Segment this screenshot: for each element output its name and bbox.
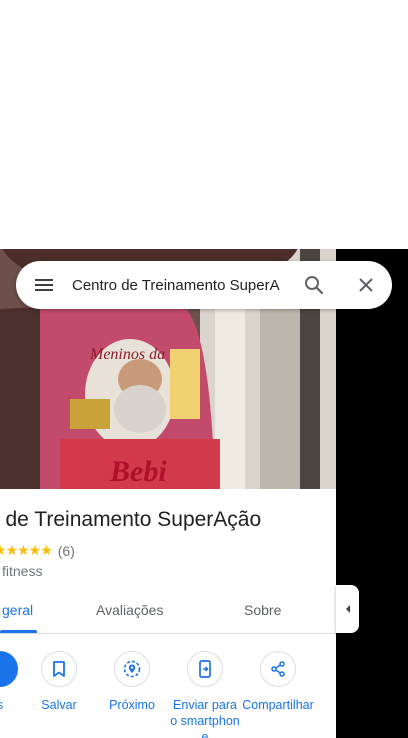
share-icon xyxy=(260,651,296,687)
star-rating: ★★★★★ xyxy=(0,542,53,558)
tab-bar: geral Avaliações Sobre xyxy=(0,589,336,634)
svg-text:Meninos da: Meninos da xyxy=(89,346,165,363)
place-title: ro de Treinamento SuperAção xyxy=(0,508,262,531)
menu-icon[interactable] xyxy=(16,261,72,309)
send-to-phone-icon xyxy=(187,651,223,687)
review-count[interactable]: (6) xyxy=(58,543,75,559)
search-icon[interactable] xyxy=(288,261,340,309)
svg-text:Bebi: Bebi xyxy=(109,455,167,488)
bookmark-icon xyxy=(41,651,77,687)
nearby-icon xyxy=(114,651,150,687)
search-bar[interactable]: Centro de Treinamento SuperA xyxy=(16,261,392,309)
tab-reviews[interactable]: Avaliações xyxy=(96,602,163,618)
collapse-arrow-icon xyxy=(345,605,350,613)
blank-area xyxy=(0,0,408,249)
place-details-panel: ro de Treinamento SuperAção ★★★★★ (6) fi… xyxy=(0,489,336,738)
map-area[interactable] xyxy=(336,249,408,738)
rating-row[interactable]: ★★★★★ (6) xyxy=(0,542,75,559)
place-category[interactable]: fitness xyxy=(2,563,42,579)
search-input[interactable]: Centro de Treinamento SuperA xyxy=(72,277,288,294)
tab-overview[interactable]: geral xyxy=(2,602,33,618)
active-tab-indicator xyxy=(0,630,37,633)
close-icon[interactable] xyxy=(340,261,392,309)
tab-about[interactable]: Sobre xyxy=(244,602,281,618)
share-button[interactable]: Compartilhar xyxy=(233,651,323,713)
collapse-panel-button[interactable] xyxy=(336,585,359,633)
